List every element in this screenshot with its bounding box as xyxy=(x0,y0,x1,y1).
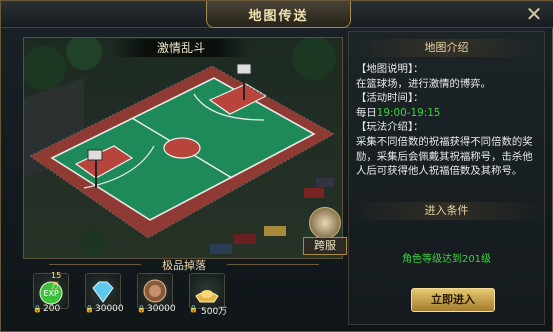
drop-item[interactable]: 🔒 30000 xyxy=(85,273,124,315)
entry-condition-heading: 进入条件 xyxy=(349,202,544,220)
lock-icon: 🔒 xyxy=(85,305,94,313)
item-count: 200 xyxy=(43,304,61,314)
time-value: 19:00-19:15 xyxy=(376,106,441,119)
cross-server-label: 跨服 xyxy=(303,237,347,255)
exp-amount-label: 15万 xyxy=(51,271,62,290)
time-prefix: 每日 xyxy=(356,106,377,119)
close-icon[interactable]: ✕ xyxy=(524,4,544,24)
drop-item[interactable]: EXP 15万 🔒 200 xyxy=(33,271,69,315)
item-count: 30000 xyxy=(147,304,176,314)
map-intro-text: 【地图说明】： 在篮球场，进行激情的博弈。 【活动时间】： 每日19:00-19… xyxy=(356,62,540,179)
time-label: 【活动时间】： xyxy=(356,92,424,105)
rules-text: 采集不同倍数的祝福获得不同倍数的奖励，采集后会佩戴其祝福称号，击杀他人后可获得他… xyxy=(356,135,533,178)
item-count: 500万 xyxy=(201,307,228,317)
rules-label: 【玩法介绍】： xyxy=(356,121,424,134)
map-name: 激情乱斗 xyxy=(111,39,251,57)
window-title: 地图传送 xyxy=(206,1,351,28)
drops-title: 极品掉落 xyxy=(29,257,339,272)
entry-condition: 角色等级达到201级 xyxy=(401,254,492,265)
time-row: 每日19:00-19:15 xyxy=(356,106,540,121)
lion-emblem-icon xyxy=(309,207,341,239)
drop-items: EXP 15万 🔒 200 🔒 30000 🔒 30000 🔒 500万 xyxy=(29,271,229,319)
map-preview xyxy=(23,37,343,259)
basketball-court-scene xyxy=(24,38,342,258)
teleport-window: 地图传送 ✕ 激情乱斗 跨服 极品掉落 EXP 15万 🔒 200 🔒 3000… xyxy=(0,0,553,332)
map-intro-heading: 地图介绍 xyxy=(349,39,544,57)
cross-server-badge: 跨服 xyxy=(303,207,347,255)
item-count: 30000 xyxy=(95,304,124,314)
drop-item[interactable]: 🔒 30000 xyxy=(137,273,176,315)
title-bar: 地图传送 ✕ xyxy=(1,1,553,28)
map-info-panel: 地图介绍 【地图说明】： 在篮球场，进行激情的博弈。 【活动时间】： 每日19:… xyxy=(348,31,545,325)
map-desc-label: 【地图说明】： xyxy=(356,63,424,75)
drop-item[interactable]: 🔒 500万 xyxy=(189,273,227,317)
lock-icon: 🔒 xyxy=(189,305,198,313)
map-desc: 在篮球场，进行激情的博弈。 xyxy=(356,77,492,90)
lock-icon: 🔒 xyxy=(137,305,146,313)
enter-now-button[interactable]: 立即进入 xyxy=(411,288,495,312)
lock-icon: 🔒 xyxy=(33,305,42,313)
